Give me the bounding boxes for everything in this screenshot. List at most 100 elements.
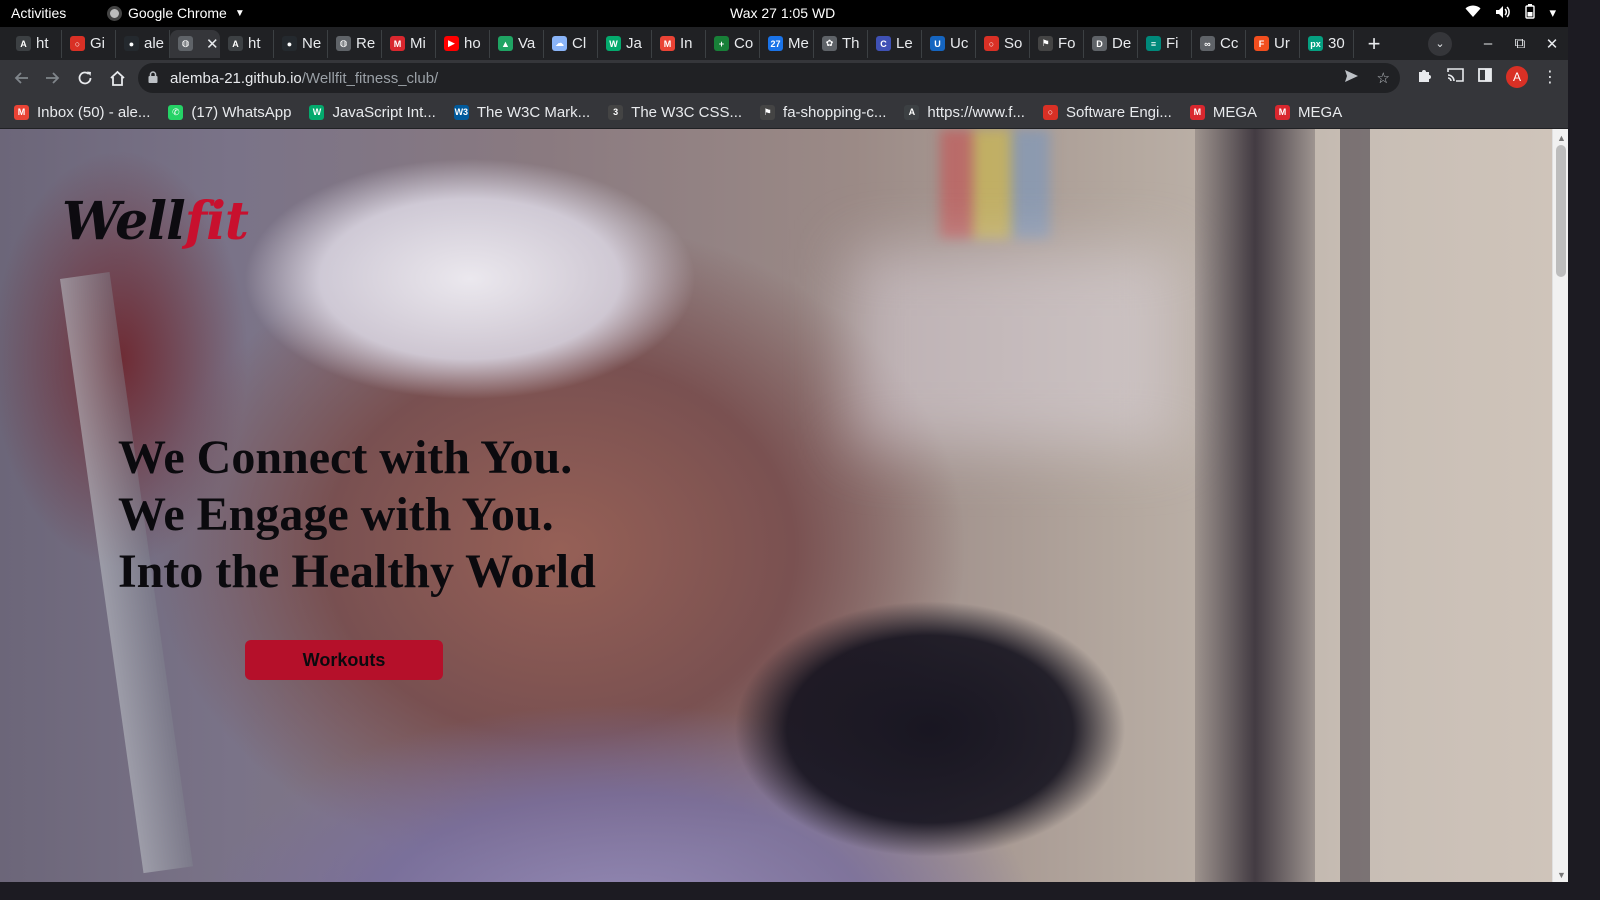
clock[interactable]: Wax 27 1:05 WD (730, 5, 835, 21)
bookmark-item[interactable]: ⚑ fa-shopping-c... (760, 104, 886, 121)
tab-title: So (1004, 35, 1023, 52)
tab[interactable]: ○ Gi (62, 29, 116, 58)
bookmark-item[interactable]: W3 The W3C Mark... (453, 104, 590, 121)
scroll-down-icon[interactable]: ▼ (1557, 870, 1566, 880)
github-icon: ● (282, 36, 297, 51)
background-photo-detail (940, 129, 1050, 239)
globe-icon: ◍ (178, 36, 193, 51)
address-bar[interactable]: alemba-21.github.io/Wellfit_fitness_club… (138, 63, 1400, 93)
github-icon: ● (124, 36, 139, 51)
bookmark-item[interactable]: ✆ (17) WhatsApp (168, 104, 291, 121)
bookmark-item[interactable]: M MEGA (1275, 104, 1342, 121)
url-host: alemba-21.github.io (170, 69, 302, 87)
gmail-icon: M (660, 36, 675, 51)
scroll-up-icon[interactable]: ▲ (1557, 133, 1566, 143)
bookmark-star-icon[interactable]: ☆ (1377, 69, 1390, 87)
tab[interactable]: 27 Me (760, 29, 814, 58)
flag-icon: ⚑ (760, 104, 776, 120)
tab[interactable]: D De (1084, 29, 1138, 58)
bookmark-label: MEGA (1298, 103, 1343, 121)
window-close-icon[interactable]: ✕ (1536, 35, 1568, 53)
cast-icon[interactable] (1447, 67, 1464, 87)
tab-title: Le (896, 35, 913, 52)
page-viewport: Wellfit We Connect with You. We Engage w… (0, 129, 1552, 882)
tab[interactable]: ○ So (976, 29, 1030, 58)
at-icon: A (16, 36, 31, 51)
gmail-icon: M (14, 104, 29, 120)
tab[interactable]: ∞ Cc (1192, 29, 1246, 58)
calendar-icon: 27 (768, 36, 783, 51)
bookmark-item[interactable]: M MEGA (1189, 104, 1257, 121)
bookmark-item[interactable]: M Inbox (50) - ale... (14, 104, 150, 121)
tab[interactable]: W Ja (598, 29, 652, 58)
chain-icon: ∞ (1200, 36, 1215, 51)
workouts-button[interactable]: Workouts (245, 640, 443, 680)
page-scrollbar[interactable]: ▲ ▼ (1552, 129, 1568, 882)
tab-search-icon[interactable]: ⌄ (1428, 31, 1452, 56)
globe-icon: ◍ (336, 36, 351, 51)
app-name: Google Chrome (128, 5, 227, 21)
reload-button[interactable] (69, 62, 101, 94)
tab[interactable]: + Co (706, 29, 760, 58)
bookmark-item[interactable]: ○ Software Engi... (1042, 103, 1172, 121)
mega-icon: M (390, 36, 405, 51)
home-button[interactable] (101, 62, 133, 94)
extensions-icon[interactable] (1417, 67, 1433, 88)
back-button[interactable] (5, 62, 37, 94)
tab[interactable]: M Mi (382, 29, 436, 58)
tab[interactable]: ● ale (116, 29, 170, 58)
tab-title: Mi (410, 35, 426, 52)
tab-title: Co (734, 35, 754, 52)
tab[interactable]: Aht (8, 29, 62, 58)
mega-icon: M (1275, 104, 1291, 120)
tab[interactable]: Aht (220, 29, 274, 58)
bookmark-item[interactable]: Ahttps://www.f... (904, 104, 1025, 121)
cloud-icon: ☁ (552, 36, 567, 51)
tab[interactable]: ✿ Th (814, 29, 868, 58)
logo-text-fit: fit (184, 191, 249, 252)
bookmark-label: Software Engi... (1065, 103, 1172, 121)
forward-button[interactable] (37, 62, 69, 94)
whatsapp-icon: ✆ (168, 104, 184, 120)
tab[interactable]: ▶ ho (436, 29, 490, 58)
battery-icon (1525, 4, 1536, 22)
side-panel-icon[interactable] (1478, 67, 1492, 87)
tab[interactable]: px 30 (1300, 29, 1354, 58)
browser-toolbar: alemba-21.github.io/Wellfit_fitness_club… (0, 60, 1568, 96)
mega-icon: M (1189, 104, 1205, 120)
tab-title: ho (464, 35, 481, 52)
tab-active[interactable]: ◍ ✕ (170, 29, 220, 58)
tab[interactable]: ▲ Va (490, 29, 544, 58)
site-logo[interactable]: Wellfit (62, 191, 249, 252)
minimize-icon[interactable]: – (1472, 35, 1504, 52)
bookmark-item[interactable]: W JavaScript Int... (309, 104, 436, 121)
system-tray[interactable]: ▾ (1465, 4, 1556, 22)
tab-title: Ne (302, 35, 322, 52)
bookmark-item[interactable]: 3 The W3C CSS... (608, 104, 742, 121)
tab[interactable]: C Le (868, 29, 922, 58)
activities-button[interactable]: Activities (11, 5, 66, 21)
scrollbar-thumb[interactable] (1556, 145, 1566, 277)
close-icon[interactable]: ✕ (206, 35, 219, 53)
tab[interactable]: ● Ne (274, 29, 328, 58)
tab[interactable]: M In (652, 29, 706, 58)
tab[interactable]: U Uc (922, 29, 976, 58)
tab[interactable]: ◍ Re (328, 29, 382, 58)
new-tab-button[interactable]: + (1360, 30, 1388, 58)
bookmark-label: The W3C CSS... (631, 103, 743, 121)
tab-title: Cl (572, 35, 587, 52)
kebab-menu-icon[interactable]: ⋮ (1542, 67, 1558, 87)
send-tab-icon[interactable] (1344, 69, 1359, 87)
tab-title: Fo (1058, 35, 1076, 52)
tab[interactable]: F Ur (1246, 29, 1300, 58)
app-menu[interactable]: Google Chrome ▼ (107, 5, 245, 21)
os-top-bar: Activities Google Chrome ▼ Wax 27 1:05 W… (0, 0, 1568, 27)
tab[interactable]: ☁ Cl (544, 29, 598, 58)
tab[interactable]: ⚑ Fo (1030, 29, 1084, 58)
lock-icon[interactable] (148, 70, 162, 86)
tab[interactable]: ≡ Fi (1138, 29, 1192, 58)
tab-title: Cc (1220, 35, 1239, 52)
url-text: alemba-21.github.io/Wellfit_fitness_club… (170, 70, 438, 87)
profile-avatar[interactable]: A (1506, 66, 1528, 88)
restore-icon[interactable]: ⧉ (1504, 35, 1536, 52)
